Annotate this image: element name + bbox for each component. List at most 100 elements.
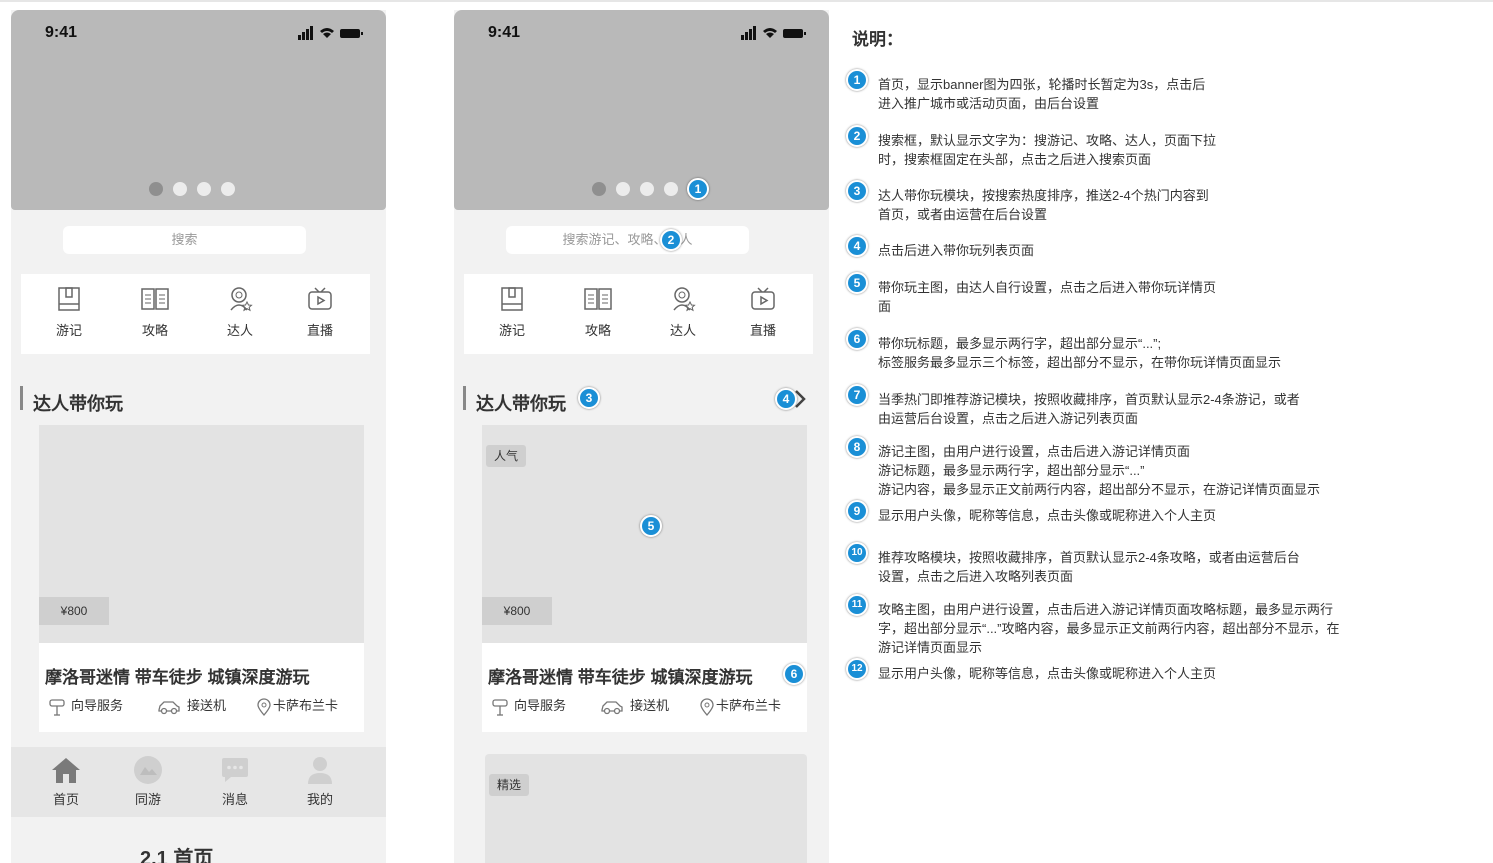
banner-carousel[interactable]: 9:41 xyxy=(454,10,829,210)
nav-item-guide[interactable]: 攻略 xyxy=(568,286,628,339)
service-tag-guide: 向导服务 xyxy=(49,695,123,716)
expert-badge-icon xyxy=(673,287,696,312)
tv-play-icon xyxy=(751,287,775,310)
service-label: 接送机 xyxy=(187,698,227,713)
popular-tag: 人气 xyxy=(486,445,527,467)
nav-item-travelogue[interactable]: 游记 xyxy=(482,286,542,339)
car-icon xyxy=(158,700,180,714)
section-accent-bar xyxy=(20,386,23,410)
featured-tag: 精选 xyxy=(489,774,530,796)
nav-item-label: 攻略 xyxy=(141,323,168,338)
service-tag-guide: 向导服务 xyxy=(492,695,566,716)
annotation-marker-4: 4 xyxy=(775,388,797,410)
card-title[interactable]: 摩洛哥迷情 带车徒步 城镇深度游玩 xyxy=(45,663,309,688)
banner-dot-4[interactable] xyxy=(221,182,235,196)
nav-item-label: 达人 xyxy=(226,323,253,338)
nav-item-label: 达人 xyxy=(669,323,696,338)
status-time: 9:41 xyxy=(45,24,78,41)
nav-item-live[interactable]: 直播 xyxy=(290,286,350,339)
top-divider xyxy=(0,0,1493,2)
note-text: 首页，显示banner图为四张，轮播时长暂定为3s，点击后 进入推广城市或活动页面… xyxy=(878,77,1206,111)
open-book-icon xyxy=(141,288,169,310)
price-badge: ¥800 xyxy=(482,597,552,625)
tab-profile[interactable]: 我的 xyxy=(290,755,350,808)
note-text: 游记主图，由用户进行设置，点击后进入游记详情页面 游记标题，最多显示两行字，超出部… xyxy=(878,444,1321,497)
card-image[interactable]: ¥800 xyxy=(39,425,364,643)
note-marker: 7 xyxy=(846,384,868,406)
note-marker: 10 xyxy=(846,542,868,564)
section-title: 达人带你玩 xyxy=(476,394,566,414)
banner-dot-4[interactable] xyxy=(664,182,678,196)
nav-item-label: 游记 xyxy=(498,323,525,338)
nav-item-live[interactable]: 直播 xyxy=(733,286,793,339)
banner-dot-3[interactable] xyxy=(197,182,211,196)
chat-bubble-icon xyxy=(222,758,248,782)
service-tag-location: 卡萨布兰卡 xyxy=(257,695,338,716)
note-text: 推荐攻略模块，按照收藏排序，首页默认显示2-4条攻略，或者由运营后台 设置，点击之… xyxy=(878,550,1300,584)
banner-dot-2[interactable] xyxy=(173,182,187,196)
status-icons xyxy=(298,26,363,40)
note-text: 当季热门即推荐游记模块，按照收藏排序，首页默认显示2-4条游记，或者 由运营后台设… xyxy=(878,392,1300,426)
bottom-tab-bar: 首页 同游 消息 我的 xyxy=(11,747,386,817)
note-marker: 8 xyxy=(846,436,868,458)
note-marker: 6 xyxy=(846,328,868,350)
nav-item-travelogue[interactable]: 游记 xyxy=(39,286,99,339)
home-icon xyxy=(52,758,80,783)
note-marker: 2 xyxy=(846,125,868,147)
tv-play-icon xyxy=(308,287,332,310)
search-input[interactable]: 搜索游记、攻略、达人 xyxy=(506,226,749,254)
note-marker: 4 xyxy=(846,235,868,257)
tab-label: 我的 xyxy=(306,792,333,807)
note-text: 攻略主图，由用户进行设置，点击后进入游记详情页面攻略标题，最多显示两行 字，超出部… xyxy=(878,602,1340,655)
service-label: 向导服务 xyxy=(71,698,124,713)
tab-companion[interactable]: 同游 xyxy=(118,755,178,808)
nav-item-expert[interactable]: 达人 xyxy=(653,286,713,339)
service-label: 卡萨布兰卡 xyxy=(273,698,339,713)
price-badge: ¥800 xyxy=(39,597,109,625)
banner-dot-1[interactable] xyxy=(149,182,163,196)
note-text: 显示用户头像，昵称等信息，点击头像或昵称进入个人主页 xyxy=(878,508,1217,523)
featured-card[interactable]: 精选 xyxy=(485,754,807,863)
annotation-marker-1: 1 xyxy=(687,178,709,200)
service-label: 向导服务 xyxy=(514,698,567,713)
note-text: 带你玩标题，最多显示两行字，超出部分显示“...”; 标签服务最多显示三个标签，超… xyxy=(878,336,1282,370)
service-label: 接送机 xyxy=(630,698,670,713)
service-tag-location: 卡萨布兰卡 xyxy=(700,695,781,716)
location-pin-icon xyxy=(700,697,714,716)
tab-home[interactable]: 首页 xyxy=(36,755,96,808)
note-marker: 3 xyxy=(846,180,868,202)
car-icon xyxy=(601,700,623,714)
tab-messages[interactable]: 消息 xyxy=(205,755,265,808)
note-marker: 12 xyxy=(846,658,868,680)
status-icons xyxy=(741,26,806,40)
note-marker: 9 xyxy=(846,500,868,522)
search-input[interactable]: 搜索 xyxy=(63,226,306,254)
note-text: 搜索框，默认显示文字为：搜游记、攻略、达人，页面下拉 时，搜索框固定在头部，点击之… xyxy=(878,133,1217,167)
category-nav: 游记 攻略 达人 直播 xyxy=(21,274,370,354)
banner-dot-1[interactable] xyxy=(592,182,606,196)
nav-item-guide[interactable]: 攻略 xyxy=(125,286,185,339)
section-title: 达人带你玩 xyxy=(33,394,123,414)
service-label: 卡萨布兰卡 xyxy=(716,698,782,713)
tab-label: 首页 xyxy=(52,792,79,807)
category-nav: 游记 攻略 达人 直播 xyxy=(464,274,813,354)
experience-card[interactable]: ¥800 摩洛哥迷情 带车徒步 城镇深度游玩 向导服务 接送机 卡萨布兰卡 xyxy=(39,425,364,732)
nav-item-expert[interactable]: 达人 xyxy=(210,286,270,339)
user-icon xyxy=(308,757,332,784)
notes-title: 说明： xyxy=(852,30,903,49)
companion-icon xyxy=(134,756,162,784)
location-pin-icon xyxy=(257,697,271,716)
signpost-icon xyxy=(49,698,65,716)
status-time: 9:41 xyxy=(488,24,521,41)
note-marker: 1 xyxy=(846,69,868,91)
service-tag-transfer: 接送机 xyxy=(600,695,669,715)
banner-dot-2[interactable] xyxy=(616,182,630,196)
card-title[interactable]: 摩洛哥迷情 带车徒步 城镇深度游玩 xyxy=(488,663,752,688)
nav-item-label: 游记 xyxy=(55,323,82,338)
banner-carousel[interactable]: 9:41 xyxy=(11,10,386,210)
book-icon xyxy=(58,287,80,311)
screen-caption: 2.1 首页 xyxy=(140,848,214,863)
signpost-icon xyxy=(492,698,508,716)
banner-dot-3[interactable] xyxy=(640,182,654,196)
experience-card[interactable]: 人气 ¥800 摩洛哥迷情 带车徒步 城镇深度游玩 向导服务 接送机 卡萨布兰卡 xyxy=(482,425,807,732)
